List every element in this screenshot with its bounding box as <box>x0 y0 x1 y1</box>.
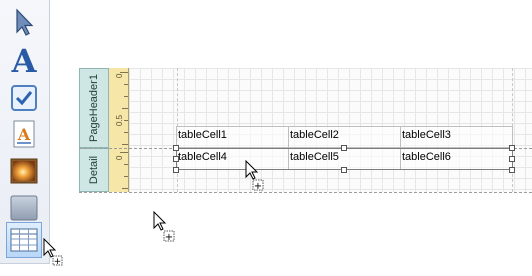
checkbox-tool[interactable] <box>6 80 42 116</box>
ruler-tick <box>124 84 128 85</box>
page-header-band-label[interactable]: PageHeader1 <box>79 68 109 148</box>
resize-handle[interactable] <box>509 167 515 173</box>
label-a-icon: A <box>11 44 38 76</box>
band-label-text: Detail <box>88 155 100 185</box>
band-separator <box>79 192 532 193</box>
ruler-tick <box>124 176 128 177</box>
ruler-tick <box>124 164 128 165</box>
checkbox-icon <box>11 85 37 111</box>
rich-text-icon: A <box>13 120 35 148</box>
resize-handle[interactable] <box>173 145 179 151</box>
panel-tool[interactable] <box>6 190 42 226</box>
svg-text:A: A <box>11 44 38 76</box>
ruler-tick <box>124 96 128 97</box>
ruler-tick <box>122 188 128 189</box>
svg-text:+: + <box>165 232 173 243</box>
resize-handle[interactable] <box>509 145 515 151</box>
ruler-tick <box>124 120 128 121</box>
drag-copy-cursor-icon: + <box>153 211 175 243</box>
resize-handle[interactable] <box>509 156 515 162</box>
drag-copy-cursor-icon: + <box>245 160 264 192</box>
pointer-tool[interactable] <box>6 4 42 40</box>
toolbox: A A <box>0 0 50 264</box>
drag-copy-cursor-icon: + <box>43 238 63 267</box>
resize-handle[interactable] <box>341 167 347 173</box>
ruler-tick <box>122 144 128 145</box>
table-cell[interactable]: tableCell1 <box>176 126 289 148</box>
rich-text-tool[interactable]: A <box>6 116 42 152</box>
resize-handle[interactable] <box>173 156 179 162</box>
arrow-pointer-icon <box>16 8 34 36</box>
vertical-ruler-page-header: 0 0.5 <box>109 68 129 148</box>
svg-text:+: + <box>254 181 262 192</box>
ruler-mark: 0 <box>115 155 124 160</box>
band-label-text: PageHeader1 <box>88 74 101 142</box>
svg-text:+: + <box>54 257 62 267</box>
vertical-ruler-detail: 0 <box>109 148 129 192</box>
label-tool[interactable]: A <box>6 42 42 78</box>
ruler-tick <box>120 72 128 73</box>
resize-handle[interactable] <box>173 167 179 173</box>
picture-box-icon <box>10 158 38 184</box>
ruler-tick <box>124 132 128 133</box>
panel-icon <box>10 195 38 221</box>
picture-tool[interactable] <box>6 153 42 189</box>
detail-band-label[interactable]: Detail <box>79 148 109 192</box>
ruler-mark: 0.5 <box>115 114 124 126</box>
ruler-mark: 0 <box>115 73 124 78</box>
table-cell[interactable]: tableCell3 <box>400 126 513 148</box>
svg-text:A: A <box>17 125 31 144</box>
table-icon <box>10 228 38 252</box>
ruler-tick <box>122 108 128 109</box>
ruler-tick <box>120 152 128 153</box>
table-tool[interactable] <box>6 222 42 258</box>
resize-handle[interactable] <box>341 145 347 151</box>
